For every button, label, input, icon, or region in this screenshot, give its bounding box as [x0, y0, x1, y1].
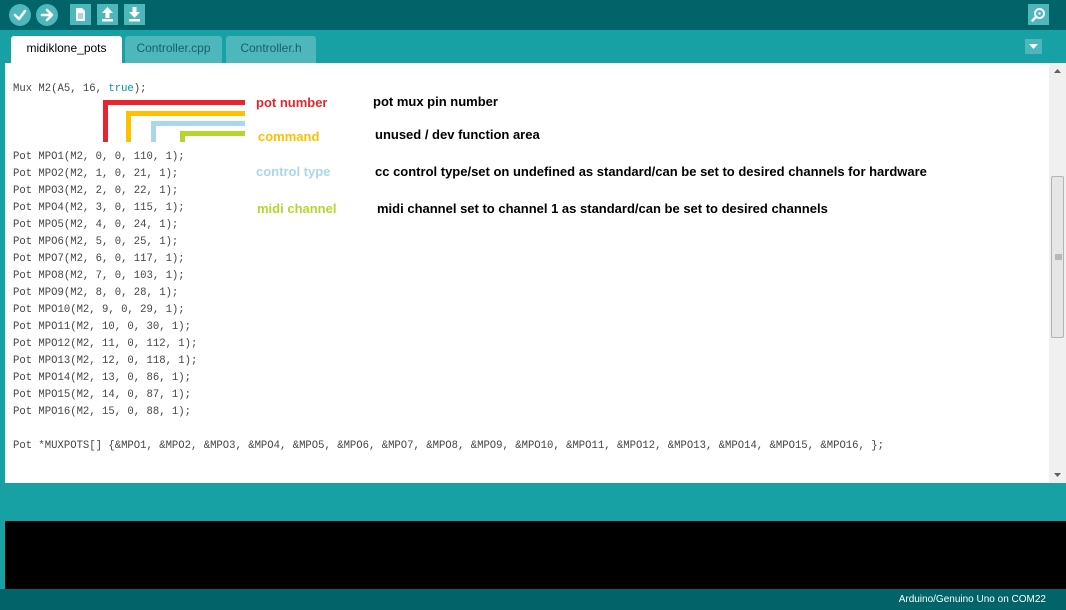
- save-button[interactable]: [124, 4, 145, 25]
- console-divider[interactable]: [0, 483, 1066, 521]
- pot-number-description: pot mux pin number: [373, 94, 498, 109]
- verify-button[interactable]: [9, 4, 31, 26]
- console-output[interactable]: [5, 521, 1066, 589]
- code-line-pot: Pot MPO5(M2, 4, 0, 24, 1);: [13, 219, 179, 231]
- open-button[interactable]: [97, 4, 118, 25]
- code-line-pot: Pot MPO1(M2, 0, 0, 110, 1);: [13, 151, 185, 163]
- command-label: command: [258, 129, 320, 144]
- code-line-pot: Pot MPO2(M2, 1, 0, 21, 1);: [13, 168, 179, 180]
- code-line-pot: Pot MPO9(M2, 8, 0, 28, 1);: [13, 287, 179, 299]
- code-line-pot: Pot MPO3(M2, 2, 0, 22, 1);: [13, 185, 179, 197]
- code-line-pot: Pot MPO15(M2, 14, 0, 87, 1);: [13, 389, 192, 401]
- arrow-right-icon: [40, 8, 54, 22]
- tab-controller-cpp[interactable]: Controller.cpp: [125, 36, 222, 63]
- document-icon: [76, 8, 85, 21]
- command-bracket-arm: [126, 111, 245, 116]
- serial-monitor-button[interactable]: [1028, 4, 1049, 25]
- arrow-up-icon: [102, 7, 113, 22]
- code-line-pot: Pot MPO11(M2, 10, 0, 30, 1);: [13, 321, 192, 333]
- code-line-pot: Pot MPO8(M2, 7, 0, 103, 1);: [13, 270, 185, 282]
- code-line-pot: Pot MPO16(M2, 15, 0, 88, 1);: [13, 406, 192, 418]
- grip-icon: [1055, 254, 1062, 260]
- control-type-label: control type: [256, 164, 331, 179]
- upload-button[interactable]: [36, 4, 58, 26]
- control-type-description: cc control type/set on undefined as stan…: [375, 164, 927, 179]
- scroll-up-icon[interactable]: [1049, 63, 1066, 79]
- keyword-true: true: [108, 83, 134, 95]
- check-icon: [13, 9, 27, 21]
- board-port-status: Arduino/Genuino Uno on COM22: [898, 594, 1046, 605]
- midi-channel-bracket-arm: [180, 131, 245, 136]
- toolbar: [0, 0, 1066, 30]
- mux-code-end: );: [133, 83, 147, 95]
- code-line-pot: Pot MPO7(M2, 6, 0, 117, 1);: [13, 253, 185, 265]
- mux-code: Mux M2(A5, 16,: [13, 83, 109, 95]
- code-line-mux: Mux M2(A5, 16, true);: [13, 81, 147, 98]
- scroll-down-icon[interactable]: [1049, 467, 1066, 483]
- code-line-pot: Pot MPO6(M2, 5, 0, 25, 1);: [13, 236, 179, 248]
- code-line-pot: Pot MPO10(M2, 9, 0, 29, 1);: [13, 304, 185, 316]
- tab-controller-h[interactable]: Controller.h: [226, 36, 316, 63]
- new-button[interactable]: [70, 4, 91, 25]
- midi-channel-label: midi channel: [257, 201, 337, 216]
- tab-midiklone-pots[interactable]: midiklone_pots: [11, 36, 122, 63]
- pot-number-bracket-arm: [103, 100, 245, 105]
- code-line-pot: Pot MPO4(M2, 3, 0, 115, 1);: [13, 202, 185, 214]
- control-type-bracket-arm: [151, 121, 245, 126]
- code-line-pot: Pot MPO13(M2, 12, 0, 118, 1);: [13, 355, 198, 367]
- code-editor[interactable]: Mux M2(A5, 16, true); Pot MPO1(M2, 0, 0,…: [5, 63, 1049, 483]
- midi-channel-description: midi channel set to channel 1 as standar…: [377, 201, 828, 216]
- code-line-pot: Pot MPO14(M2, 13, 0, 86, 1);: [13, 372, 192, 384]
- editor-scrollbar[interactable]: [1049, 63, 1066, 483]
- arrow-down-icon: [129, 7, 140, 22]
- chevron-down-icon: [1029, 44, 1038, 49]
- command-description: unused / dev function area: [375, 127, 540, 142]
- code-line-pot: Pot MPO12(M2, 11, 0, 112, 1);: [13, 338, 198, 350]
- pot-number-bracket: [103, 100, 108, 142]
- tab-bar: midiklone_pots Controller.cpp Controller…: [0, 30, 1066, 63]
- code-line-muxpots: Pot *MUXPOTS[] {&MPO1, &MPO2, &MPO3, &MP…: [13, 440, 884, 452]
- scrollbar-thumb[interactable]: [1051, 176, 1064, 338]
- status-bar: Arduino/Genuino Uno on COM22: [0, 589, 1066, 610]
- pot-number-label: pot number: [256, 95, 328, 110]
- magnifier-icon: [1031, 8, 1045, 22]
- tab-menu-button[interactable]: [1025, 39, 1042, 54]
